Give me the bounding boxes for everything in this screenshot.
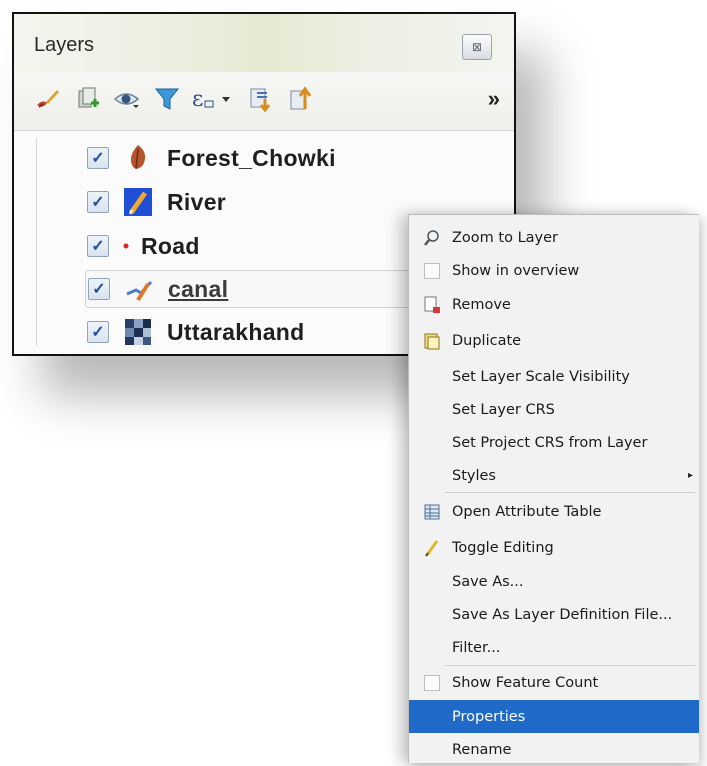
remove-icon (422, 295, 442, 315)
forest-point-icon (123, 143, 153, 173)
layer-row-forest-chowki[interactable]: ✓ Forest_Chowki (87, 140, 510, 176)
canal-line-icon (124, 274, 154, 304)
manage-visibility-icon[interactable] (112, 84, 142, 114)
open-layer-styling-icon[interactable] (32, 84, 62, 114)
menu-item-remove[interactable]: Remove (409, 288, 699, 321)
menu-item-set-project-crs[interactable]: Set Project CRS from Layer (409, 426, 699, 459)
layer-visibility-checkbox[interactable]: ✓ (88, 278, 110, 300)
duplicate-icon (422, 331, 442, 351)
river-line-icon (123, 187, 153, 217)
checkbox-empty-icon (422, 261, 442, 281)
menu-item-set-layer-crs[interactable]: Set Layer CRS (409, 393, 699, 426)
svg-text:ε: ε (192, 87, 203, 112)
menu-item-properties[interactable]: Properties (409, 700, 699, 733)
menu-item-open-attribute-table[interactable]: Open Attribute Table (409, 495, 699, 528)
menu-item-duplicate[interactable]: Duplicate (409, 324, 699, 357)
checkbox-empty-icon (422, 673, 442, 693)
menu-item-set-layer-scale-visibility[interactable]: Set Layer Scale Visibility (409, 360, 699, 393)
menu-item-rename[interactable]: Rename (409, 733, 699, 766)
zoom-icon (422, 228, 442, 248)
layer-name: canal (168, 275, 229, 302)
menu-item-zoom-to-layer[interactable]: Zoom to Layer (409, 221, 699, 254)
layer-name: Uttarakhand (167, 318, 305, 345)
menu-item-show-feature-count[interactable]: Show Feature Count (409, 666, 699, 699)
filter-legend-icon[interactable] (152, 84, 182, 114)
panel-titlebar: Layers ⊠ (14, 14, 514, 72)
close-icon: ⊠ (471, 40, 483, 54)
raster-icon (123, 317, 153, 347)
close-panel-button[interactable]: ⊠ (462, 34, 492, 60)
layer-name: Forest_Chowki (167, 144, 336, 171)
submenu-arrow-icon: ▸ (687, 470, 693, 481)
add-group-icon[interactable] (72, 84, 102, 114)
expand-all-icon[interactable] (246, 84, 276, 114)
pencil-icon (422, 538, 442, 558)
layer-visibility-checkbox[interactable]: ✓ (87, 191, 109, 213)
layer-visibility-checkbox[interactable]: ✓ (87, 321, 109, 343)
panel-title: Layers (34, 34, 95, 56)
table-icon (422, 502, 442, 522)
layer-name: Road (141, 232, 200, 259)
menu-item-save-as-layer-definition[interactable]: Save As Layer Definition File... (409, 598, 699, 631)
collapse-all-icon[interactable] (286, 84, 316, 114)
layer-visibility-checkbox[interactable]: ✓ (87, 147, 109, 169)
road-point-icon (119, 231, 133, 261)
filter-expression-icon[interactable]: ε (190, 84, 234, 114)
menu-separator (445, 492, 695, 493)
layer-visibility-checkbox[interactable]: ✓ (87, 235, 109, 257)
menu-item-filter[interactable]: Filter... (409, 631, 699, 664)
layer-name: River (167, 188, 227, 215)
more-toolbar-button[interactable]: » (488, 86, 500, 112)
layer-context-menu: Zoom to Layer Show in overview Remove Du… (408, 214, 699, 763)
layers-toolbar: ε » (14, 72, 514, 131)
menu-item-toggle-editing[interactable]: Toggle Editing (409, 531, 699, 564)
menu-item-styles[interactable]: Styles ▸ (409, 459, 699, 492)
menu-item-show-in-overview[interactable]: Show in overview (409, 254, 699, 287)
menu-item-save-as[interactable]: Save As... (409, 565, 699, 598)
